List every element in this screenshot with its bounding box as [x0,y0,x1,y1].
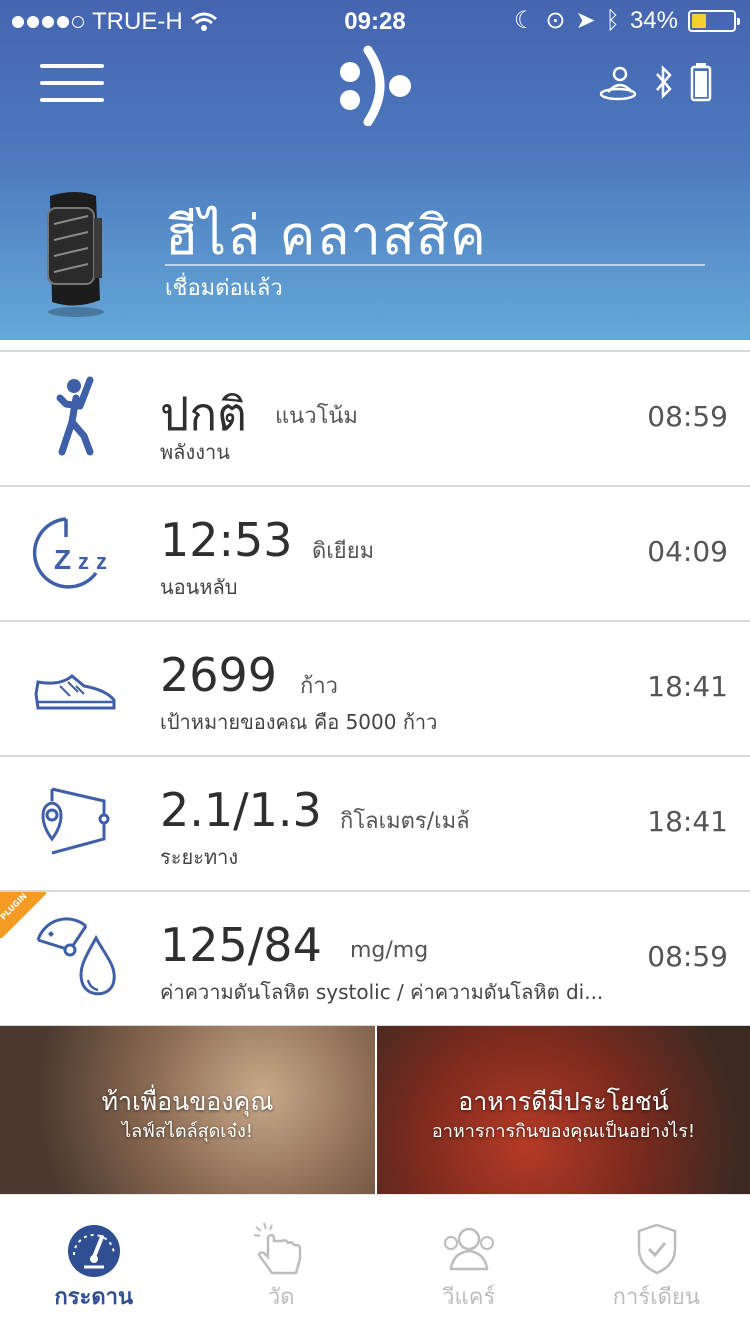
tab-guardian[interactable]: การ์เดียน [563,1195,750,1334]
status-bar: TRUE-H 09:28 ☾ ⊙ ➤ ᛒ 34% [0,0,750,42]
promo-challenge[interactable]: ท้าเพื่อนของคุณ ไลฟ์สไตล์สุดเจ๋ง! [0,1026,375,1194]
metric-label: ค่าความดันโลหิต systolic / ค่าความดันโลห… [160,980,604,1004]
menu-button[interactable] [40,64,104,102]
metric-label: นอนหลับ [160,575,238,599]
metric-unit: mg/mg [350,938,429,963]
header-icons [598,62,712,102]
activity-icon [56,376,94,456]
shield-icon [637,1223,676,1275]
svg-text:z: z [78,549,89,574]
metric-value: 12:53 [160,513,293,567]
tab-dashboard[interactable]: กระดาน [0,1195,188,1334]
svg-text:z: z [96,549,107,574]
list-item[interactable]: 2.1/1.3 กิโลเมตร/เมล้ ระยะทาง 18:41 [0,757,750,892]
status-right: ☾ ⊙ ➤ ᛒ 34% [513,6,740,35]
promo-subtitle: อาหารการกินของคุณเป็นอย่างไร! [431,1121,696,1142]
shoe-icon [34,674,116,710]
metric-label: เป้าหมายของคณ คือ 5000 ก้าว [160,710,438,734]
dashboard-icon [68,1225,120,1277]
header: TRUE-H 09:28 ☾ ⊙ ➤ ᛒ 34% ฮีไล่ คลาสสิค เ… [0,0,750,340]
metric-time: 08:59 [647,940,728,973]
blood-pressure-icon [36,917,116,996]
tab-label: วีแคร์ [442,1285,496,1310]
metric-time: 04:09 [647,535,728,568]
metric-time: 18:41 [647,670,728,703]
svg-text:Z: Z [54,544,71,575]
metric-time: 08:59 [647,400,728,433]
metric-unit: กิโลเมตร/เมล้ [340,809,470,834]
app-logo [340,45,411,126]
app-screen: TRUE-H 09:28 ☾ ⊙ ➤ ᛒ 34% ฮีไล่ คลาสสิค เ… [0,0,750,1334]
touch-icon [253,1222,301,1275]
tab-bar: กระดาน วัด วีแคร์ การ์เดียน [0,1194,750,1334]
promo-subtitle: ไลฟ์สไตล์สุดเจ๋ง! [122,1121,253,1142]
promo-food[interactable]: อาหารดีมีประโยชน์ อาหารการกินของคุณเป็นอ… [375,1026,750,1194]
promo-banners: ท้าเพื่อนของคุณ ไลฟ์สไตล์สุดเจ๋ง! อาหารด… [0,1026,750,1194]
band-image [47,192,104,317]
metric-unit: ก้าว [300,674,339,699]
divider [165,264,705,266]
bluetooth-status-icon: ᛒ [605,6,620,34]
tab-measure[interactable]: วัด [188,1195,376,1334]
metric-unit: ดิเยียม [312,539,375,564]
list-item[interactable]: PLUGIN 125/84 mg/mg ค่าความดันโลหิต syst… [0,892,750,1027]
metric-value: 2699 [160,648,278,702]
metric-value: 125/84 [160,918,322,972]
tab-wecare[interactable]: วีแคร์ [375,1195,563,1334]
metric-label: ระยะทาง [160,845,239,869]
moon-icon: ☾ [513,7,536,34]
metrics-list: ปกติ แนวโน้ม พลังงาน 08:59 Z z z 12:53 ด… [0,350,750,1027]
battery-percent: 34% [629,6,678,34]
list-item[interactable]: ปกติ แนวโน้ม พลังงาน 08:59 [0,352,750,487]
tab-label: กระดาน [54,1285,134,1310]
tab-label: วัด [267,1285,295,1310]
distance-icon [41,787,110,855]
battery-icon [688,9,740,32]
metric-label: พลังงาน [160,440,230,464]
metric-time: 18:41 [647,805,728,838]
device-battery-icon [690,63,712,102]
rotation-lock-icon: ⊙ [545,7,566,34]
connection-status: เชื่อมต่อแล้ว [165,276,283,301]
metric-value: 2.1/1.3 [160,783,322,837]
tab-label: การ์เดียน [612,1285,700,1310]
sync-user-icon[interactable] [598,62,638,102]
sleep-icon: Z z z [32,517,107,589]
location-icon: ➤ [575,7,596,34]
list-item[interactable]: Z z z 12:53 ดิเยียม นอนหลับ 04:09 [0,487,750,622]
metric-unit: แนวโน้ม [275,404,358,429]
people-icon [444,1227,494,1271]
list-item[interactable]: 2699 ก้าว เป้าหมายของคณ คือ 5000 ก้าว 18… [0,622,750,757]
bluetooth-icon [656,65,672,99]
